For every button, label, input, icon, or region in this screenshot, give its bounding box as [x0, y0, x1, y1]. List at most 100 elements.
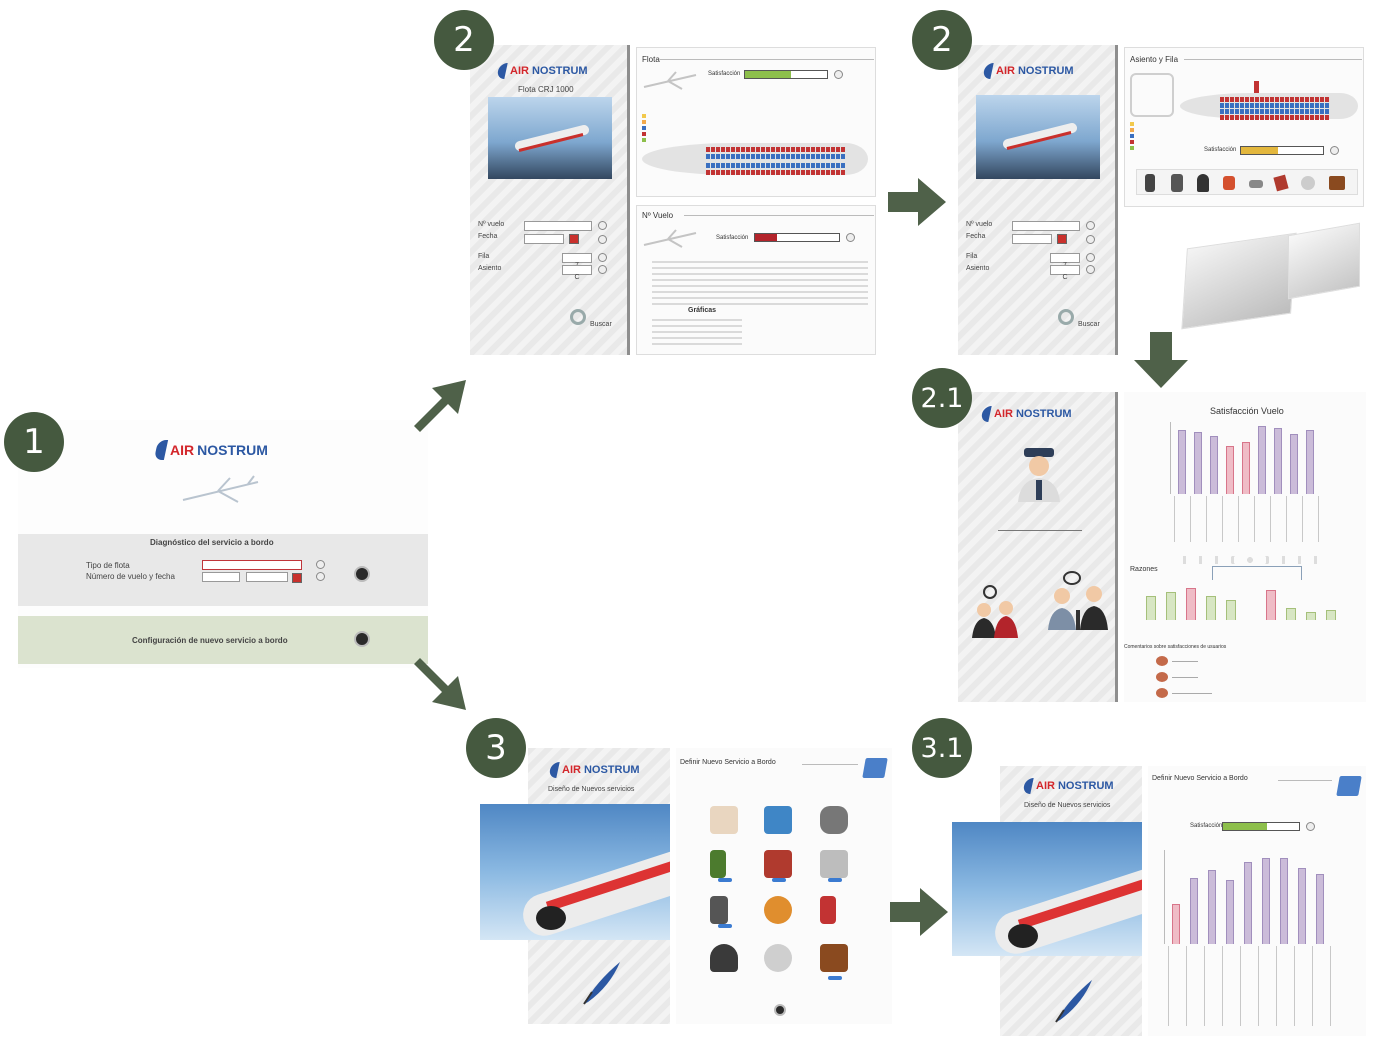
- help-icon[interactable]: [1086, 265, 1095, 274]
- seat-icon[interactable]: [1145, 174, 1155, 192]
- flight-date-input[interactable]: [246, 572, 288, 582]
- bar: [1194, 432, 1202, 494]
- arrow-right-icon: [888, 178, 946, 226]
- flag-icon[interactable]: [820, 896, 836, 924]
- bar: [1206, 596, 1216, 620]
- row-input[interactable]: 7: [1050, 253, 1080, 269]
- fin-icon: [153, 440, 169, 460]
- form-label-seat: Asiento: [966, 265, 990, 272]
- next-button[interactable]: [774, 1004, 786, 1016]
- stats-table: [652, 319, 742, 349]
- help-icon[interactable]: [1086, 221, 1095, 230]
- recline-seat-icon[interactable]: [1171, 174, 1183, 192]
- selected-seat-marker: [1254, 81, 1259, 93]
- calendar-icon[interactable]: [1057, 234, 1067, 244]
- chart-title: Satisfacción Vuelo: [1210, 406, 1284, 416]
- help-icon[interactable]: [316, 560, 325, 569]
- form-label-flight: Nº vuelo: [966, 221, 993, 228]
- search-icon[interactable]: [1058, 309, 1074, 325]
- attendant-icon[interactable]: [1197, 174, 1209, 192]
- go-button[interactable]: [354, 566, 370, 582]
- headrest-icon[interactable]: [820, 806, 848, 834]
- help-icon[interactable]: [834, 70, 843, 79]
- comment-item[interactable]: [1156, 688, 1168, 698]
- search-label[interactable]: Buscar: [1078, 321, 1100, 328]
- seat-input[interactable]: C: [1050, 265, 1080, 281]
- seat-icon[interactable]: [710, 850, 726, 878]
- tab-asiento-fila[interactable]: Asiento y Fila: [1130, 55, 1178, 64]
- search-icon[interactable]: [570, 309, 586, 325]
- newspaper-icon[interactable]: [820, 850, 848, 878]
- fin-icon: [982, 63, 994, 79]
- bar: [1306, 612, 1316, 620]
- recline-seat-icon[interactable]: [710, 896, 728, 924]
- bar: [1226, 600, 1236, 620]
- people-icon[interactable]: [710, 806, 738, 834]
- seat-sketch-icon: [1130, 73, 1174, 117]
- help-icon[interactable]: [598, 265, 607, 274]
- folder-icon[interactable]: [862, 758, 888, 778]
- bar: [1280, 858, 1288, 944]
- light-icon[interactable]: [1301, 176, 1315, 190]
- help-icon[interactable]: [1306, 822, 1315, 831]
- attendant-icon[interactable]: [710, 944, 738, 972]
- plane-sketch-icon: [643, 71, 697, 90]
- config-go-button[interactable]: [354, 631, 370, 647]
- arrow-up-right-icon: [414, 380, 466, 432]
- help-icon[interactable]: [846, 233, 855, 242]
- air-nostrum-logo: AIR NOSTRUM: [496, 63, 588, 79]
- tray-icon[interactable]: [1249, 180, 1263, 188]
- satisfaction-bar: [744, 70, 828, 79]
- ticket-icon[interactable]: [764, 806, 792, 834]
- air-nostrum-logo: AIR NOSTRUM: [153, 440, 268, 460]
- seat-input[interactable]: C: [562, 265, 592, 281]
- air-nostrum-logo: AIR NOSTRUM: [982, 63, 1074, 79]
- comments-label: Comentarios sobre satisfacciones de usua…: [1124, 644, 1227, 650]
- screen-2-asiento: AIR NOSTRUM Nº vuelo Fecha Fila Asiento …: [958, 45, 1366, 355]
- snack-icon[interactable]: [764, 896, 792, 924]
- search-label[interactable]: Buscar: [590, 321, 612, 328]
- new-service-bars: [1168, 850, 1348, 944]
- aircraft-photo: [488, 97, 612, 179]
- help-icon[interactable]: [1086, 253, 1095, 262]
- flight-input[interactable]: [1012, 221, 1080, 231]
- step-badge-2-1: 2.1: [912, 368, 972, 428]
- drink-icon[interactable]: [1223, 176, 1235, 190]
- tab-define-service[interactable]: Definir Nuevo Servicio a Bordo: [680, 759, 776, 766]
- help-icon[interactable]: [598, 221, 607, 230]
- help-icon[interactable]: [1086, 235, 1095, 244]
- tab-define-service[interactable]: Definir Nuevo Servicio a Bordo: [1152, 775, 1248, 782]
- help-icon[interactable]: [316, 572, 325, 581]
- tab-flota[interactable]: Flota: [642, 55, 660, 64]
- comment-item[interactable]: [1156, 672, 1168, 682]
- tab-vuelo[interactable]: Nº Vuelo: [642, 211, 673, 220]
- fin-icon: [496, 63, 508, 79]
- luggage-icon[interactable]: [820, 944, 848, 972]
- date-input[interactable]: [1012, 234, 1052, 244]
- date-input[interactable]: [524, 234, 564, 244]
- light-icon[interactable]: [764, 944, 792, 972]
- drill-down-connector: [1180, 556, 1320, 564]
- comment-item[interactable]: [1156, 656, 1168, 666]
- bar: [1208, 870, 1216, 944]
- seat-legend: [642, 107, 682, 142]
- satisfaction-bar: [754, 233, 840, 242]
- help-icon[interactable]: [1330, 146, 1339, 155]
- fleet-type-input[interactable]: [202, 560, 302, 570]
- help-icon[interactable]: [598, 253, 607, 262]
- meeting-people-icon: [972, 585, 1018, 638]
- subtitle: Diseño de Nuevos servicios: [1024, 802, 1111, 809]
- calendar-icon[interactable]: [292, 573, 302, 583]
- bar: [1262, 858, 1270, 944]
- flight-input[interactable]: [524, 221, 592, 231]
- magazine-icon[interactable]: [764, 850, 792, 878]
- luggage-icon[interactable]: [1329, 176, 1345, 190]
- help-icon[interactable]: [598, 235, 607, 244]
- x-axis-labels: [1174, 496, 1324, 542]
- magazine-icon[interactable]: [1273, 174, 1289, 192]
- row-input[interactable]: 7: [562, 253, 592, 269]
- calendar-icon[interactable]: [569, 234, 579, 244]
- arrow-down-icon: [1134, 332, 1188, 388]
- flight-number-input[interactable]: [202, 572, 240, 582]
- folder-icon[interactable]: [1336, 776, 1362, 796]
